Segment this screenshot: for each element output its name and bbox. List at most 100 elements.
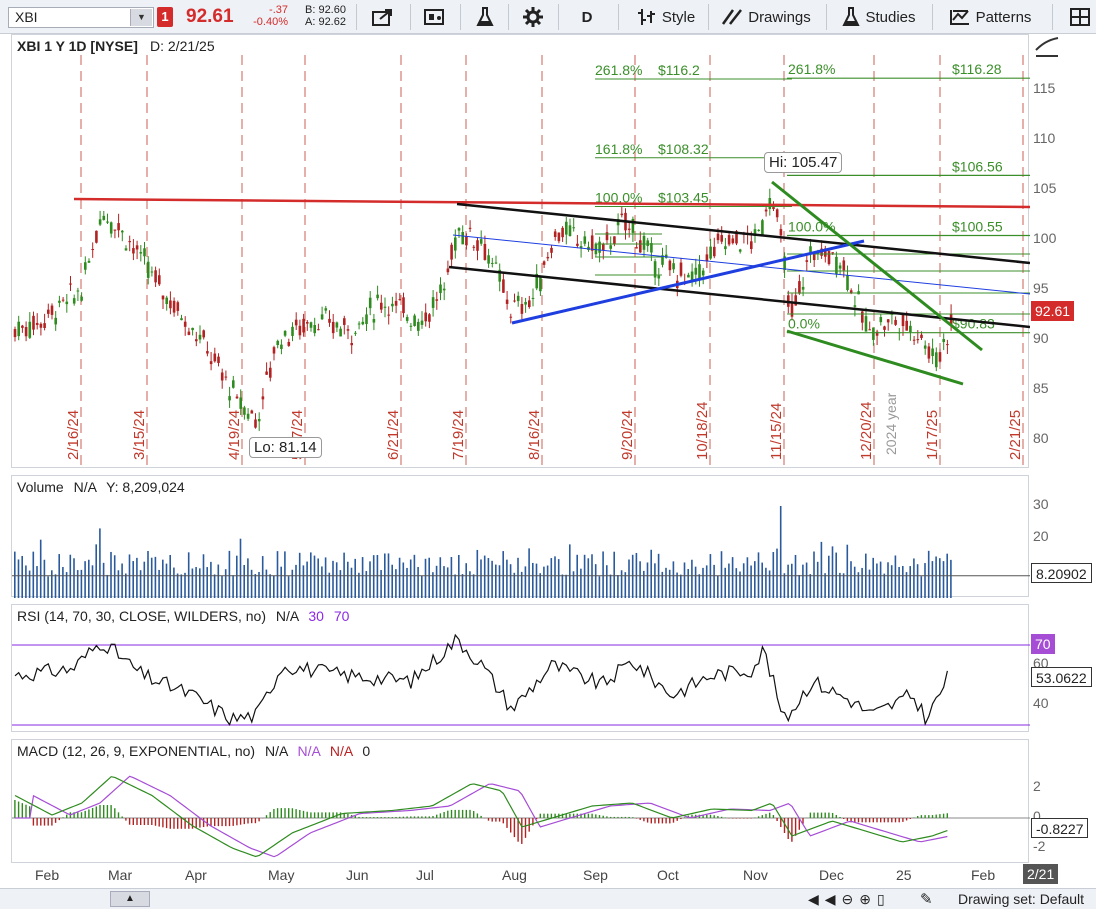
- date-marker-label: 7/19/24: [450, 410, 467, 460]
- volume-bar: [376, 554, 379, 598]
- macd-histogram-bar: [543, 813, 545, 818]
- macd-axis-label: -2: [1033, 838, 1046, 854]
- volume-bar: [47, 576, 49, 598]
- candle-body: [398, 299, 402, 301]
- candle-body: [528, 300, 531, 308]
- ask: A: 92.62: [305, 16, 346, 28]
- share-icon[interactable]: [368, 2, 398, 32]
- scroll-handle[interactable]: ▲: [110, 891, 150, 907]
- volume-bar: [332, 560, 334, 598]
- patterns-button[interactable]: Patterns: [940, 2, 1040, 32]
- drawings-button[interactable]: Drawings: [716, 2, 816, 32]
- volume-pane[interactable]: Volume N/A Y: 8,209,024: [11, 475, 1030, 598]
- grid-layout-icon[interactable]: [1066, 2, 1094, 32]
- macd-histogram-bar: [288, 808, 290, 818]
- style-label: Style: [661, 8, 696, 26]
- flask-icon[interactable]: [470, 2, 500, 32]
- month-label: Nov: [743, 867, 768, 883]
- price-axis-label: 105: [1033, 180, 1057, 196]
- candle-body: [627, 228, 631, 230]
- volume-bar: [95, 544, 97, 598]
- candle-body: [224, 376, 228, 378]
- style-button[interactable]: Style: [630, 2, 702, 32]
- macd-histogram-bar: [935, 814, 937, 818]
- macd-histogram-bar: [132, 818, 134, 826]
- volume-bar: [554, 556, 556, 598]
- macd-histogram-bar: [432, 815, 434, 818]
- volume-bar: [162, 559, 164, 598]
- toolbar: XBI ▼ 1 92.61 -.37 -0.40% B: 92.60 A: 92…: [0, 0, 1096, 34]
- volume-bar: [776, 548, 778, 598]
- date-marker-label: 11/15/24: [768, 403, 785, 460]
- candle-body: [306, 322, 309, 324]
- macd-histogram-bar: [913, 817, 915, 818]
- volume-bar: [931, 561, 934, 598]
- macd-histogram-bar: [428, 816, 430, 818]
- volume-bar: [594, 564, 597, 598]
- volume-bar: [754, 561, 756, 598]
- macd-histogram-bar: [154, 818, 157, 826]
- macd-axis[interactable]: 2 0 -2: [1029, 739, 1096, 863]
- price-axis[interactable]: 115 110 105 100 95 90 85 80: [1029, 34, 1096, 468]
- macd-histogram-bar: [310, 812, 312, 818]
- link-flag[interactable]: 1: [157, 7, 173, 27]
- macd-histogram-bar: [199, 818, 201, 828]
- macd-histogram-bar: [469, 809, 471, 818]
- candle-body: [879, 317, 883, 323]
- volume-bar: [206, 567, 208, 598]
- volume-bar: [284, 551, 286, 598]
- volume-bar: [532, 562, 534, 598]
- candle-body: [916, 339, 920, 341]
- candle-body: [417, 321, 420, 331]
- drawing-set-label[interactable]: Drawing set: Default: [958, 891, 1084, 907]
- symbol-input[interactable]: XBI ▼: [8, 7, 154, 28]
- drawings-icon: [722, 9, 743, 25]
- volume-bar: [639, 561, 641, 598]
- candle-body: [402, 297, 405, 314]
- volume-tag: 8.20902: [1031, 563, 1092, 583]
- macd-histogram-bar: [746, 818, 749, 819]
- candle-body: [32, 315, 35, 330]
- volume-bar: [409, 559, 412, 598]
- chart-settings-icon[interactable]: [420, 2, 450, 32]
- macd-pane[interactable]: MACD (12, 26, 9, EXPONENTIAL, no) N/A N/…: [11, 739, 1030, 863]
- candle-body: [202, 330, 205, 338]
- macd-histogram-bar: [480, 815, 482, 818]
- volume-bar: [524, 566, 527, 598]
- price-axis-label: 100: [1033, 230, 1057, 246]
- rsi-pane[interactable]: RSI (14, 70, 30, CLOSE, WILDERS, no) N/A…: [11, 604, 1030, 732]
- candle-body: [635, 247, 638, 249]
- last-price-tag: 92.61: [1031, 301, 1075, 321]
- volume-bar: [672, 561, 675, 598]
- macd-histogram-bar: [905, 818, 908, 821]
- scroll-left-icon[interactable]: ◀◀: [808, 891, 842, 907]
- volume-bar: [365, 571, 368, 598]
- volume-bar: [176, 573, 179, 598]
- volume-bar: [154, 556, 157, 598]
- candle-body: [195, 339, 198, 342]
- candle-body: [709, 246, 712, 259]
- macd-histogram-bar: [761, 815, 763, 818]
- macd-histogram-bar: [473, 811, 475, 818]
- chart-mode-icon[interactable]: [1034, 36, 1060, 60]
- timeframe-button[interactable]: D: [572, 2, 602, 32]
- candle-body: [198, 334, 202, 340]
- fit-icon[interactable]: ▯: [877, 891, 891, 907]
- rsi-line: [14, 633, 948, 726]
- price-pane[interactable]: 2/16/24 3/15/24 4/19/24 5/17/24 6/21/24 7/19/…: [11, 34, 1030, 469]
- volume-bar: [813, 551, 815, 598]
- candle-body: [602, 243, 605, 251]
- candle-body: [520, 304, 524, 314]
- studies-button[interactable]: Studies: [836, 2, 922, 32]
- candle-body: [724, 246, 727, 250]
- symbol-dropdown-icon[interactable]: ▼: [130, 9, 152, 26]
- macd-histogram-bar: [880, 818, 882, 823]
- zoom-in-icon[interactable]: ⊕: [859, 891, 877, 907]
- candle-body: [620, 213, 624, 216]
- zoom-controls[interactable]: ◀◀⊖⊕▯: [808, 891, 891, 908]
- volume-bar: [295, 564, 297, 598]
- zoom-out-icon[interactable]: ⊖: [842, 891, 860, 907]
- gear-icon[interactable]: [518, 2, 548, 32]
- pencil-icon[interactable]: ✎: [920, 890, 933, 908]
- macd-histogram-bar: [217, 818, 220, 827]
